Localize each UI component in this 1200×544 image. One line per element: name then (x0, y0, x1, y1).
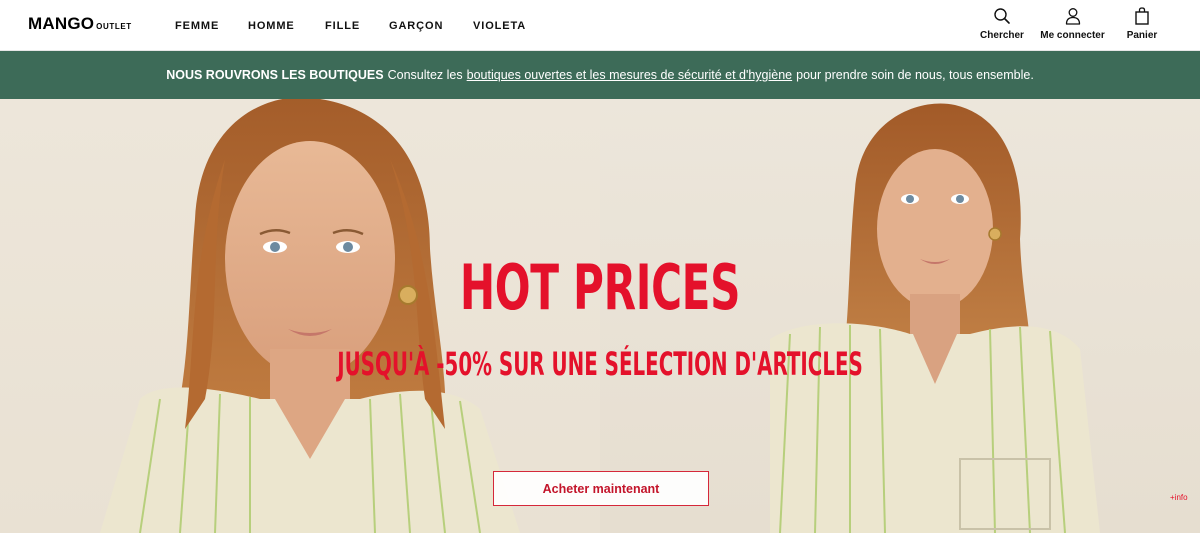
search-label: Chercher (980, 30, 1024, 41)
cart-label: Panier (1126, 30, 1158, 41)
nav-item-fille[interactable]: FILLE (325, 20, 389, 32)
logo-subline: OUTLET (96, 22, 132, 31)
cart-button[interactable]: Panier (1124, 7, 1160, 41)
hero-subtitle: JUSQU'À -50% SUR UNE SÉLECTION D'ARTICLE… (337, 345, 863, 383)
login-label: Me connecter (1040, 30, 1105, 41)
notice-text-before: Consultez les (387, 68, 463, 82)
hero-title: HOT PRICES (459, 251, 741, 324)
brand-logo[interactable]: MANGO OUTLET (28, 14, 132, 36)
shop-now-button[interactable]: Acheter maintenant (493, 471, 709, 506)
nav-item-violeta[interactable]: VIOLETA (473, 20, 553, 32)
search-icon (993, 7, 1011, 25)
hero-banner[interactable]: HOT PRICES JUSQU'À -50% SUR UNE SÉLECTIO… (0, 99, 1200, 533)
more-info-link[interactable]: +info (1170, 493, 1188, 502)
logo-wordmark: MANGO (28, 14, 95, 33)
shopping-bag-icon (1133, 7, 1151, 25)
open-stores-link[interactable]: boutiques ouvertes et les mesures de séc… (467, 68, 793, 82)
nav-item-femme[interactable]: FEMME (175, 20, 248, 32)
site-header: MANGO OUTLET FEMME HOMME FILLE GARÇON VI… (0, 0, 1200, 51)
page-bottom-strip (0, 533, 1200, 544)
nav-item-garcon[interactable]: GARÇON (389, 20, 473, 32)
login-button[interactable]: Me connecter (1037, 7, 1108, 41)
notice-text-after: pour prendre soin de nous, tous ensemble… (796, 68, 1034, 82)
nav-item-homme[interactable]: HOMME (248, 20, 325, 32)
user-icon (1064, 7, 1082, 25)
reopening-notice-banner: NOUS ROUVRONS LES BOUTIQUES Consultez le… (0, 51, 1200, 99)
notice-heading: NOUS ROUVRONS LES BOUTIQUES (166, 68, 384, 82)
main-nav: FEMME HOMME FILLE GARÇON VIOLETA (175, 0, 553, 51)
search-button[interactable]: Chercher (978, 7, 1026, 41)
